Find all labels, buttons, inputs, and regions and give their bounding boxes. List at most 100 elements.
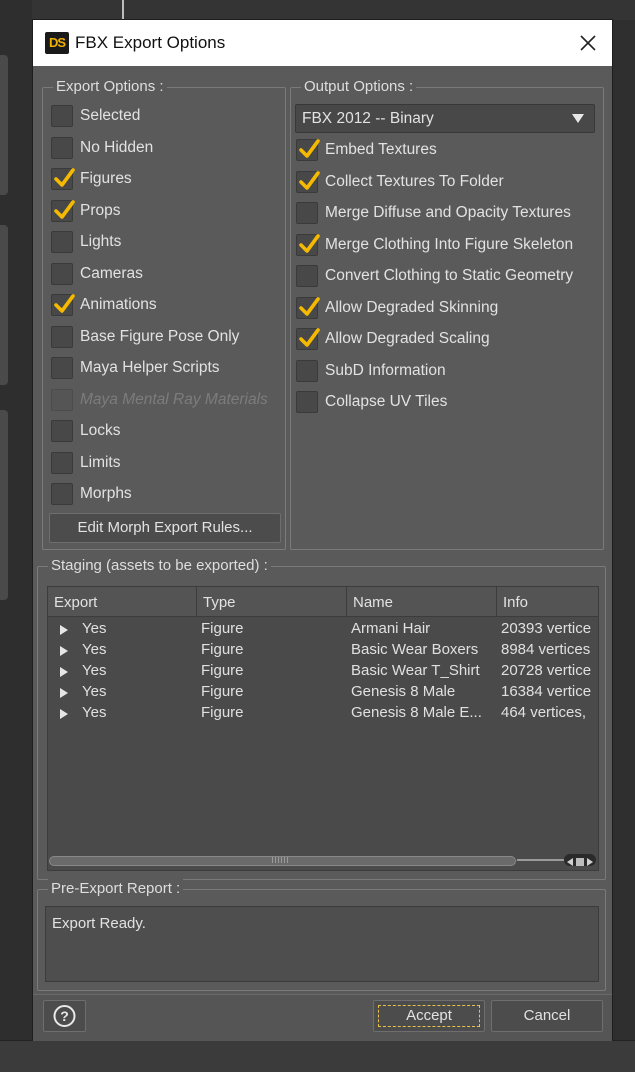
dialog-title: FBX Export Options — [75, 33, 226, 52]
column-header-type[interactable]: Type — [197, 587, 347, 617]
checkmark-icon — [54, 294, 75, 313]
checkbox-box[interactable] — [51, 294, 75, 316]
checkbox-cameras[interactable]: Cameras — [51, 261, 143, 287]
horizontal-scrollbar[interactable] — [47, 853, 599, 867]
checkbox-convert-clothing-to-static-geometry[interactable]: Convert Clothing to Static Geometry — [296, 263, 573, 289]
expand-arrow-icon[interactable] — [60, 667, 68, 677]
checkbox-allow-degraded-scaling[interactable]: Allow Degraded Scaling — [296, 326, 490, 352]
help-icon: ? — [53, 1005, 76, 1027]
app-top-area — [32, 0, 635, 20]
checkbox-morphs[interactable]: Morphs — [51, 481, 132, 507]
app-status-bar — [0, 1040, 635, 1072]
checkbox-box — [51, 388, 73, 411]
expand-arrow-icon[interactable] — [60, 625, 68, 635]
table-row[interactable]: Yes Figure Genesis 8 Male 16384 vertice — [48, 683, 598, 704]
panel-tab[interactable] — [0, 225, 8, 385]
checkbox-box[interactable] — [296, 202, 318, 224]
checkbox-box[interactable] — [296, 265, 318, 287]
checkbox-label: Morphs — [80, 485, 132, 502]
export-options-group: Export Options : Selected No Hidden Figure… — [42, 77, 286, 550]
checkbox-box[interactable] — [296, 328, 320, 350]
cell-type: Figure — [201, 620, 244, 637]
table-row[interactable]: Yes Figure Armani Hair 20393 vertice — [48, 620, 598, 641]
checkbox-allow-degraded-skinning[interactable]: Allow Degraded Skinning — [296, 295, 498, 321]
checkbox-animations[interactable]: Animations — [51, 292, 157, 318]
panel-tab[interactable] — [0, 55, 8, 195]
checkbox-box[interactable] — [296, 139, 320, 161]
cell-name: Genesis 8 Male — [351, 683, 456, 700]
checkbox-label: Figures — [80, 170, 132, 187]
checkbox-box[interactable] — [296, 170, 320, 193]
expand-arrow-icon[interactable] — [60, 709, 68, 719]
fbx-format-select[interactable]: FBX 2012 -- Binary — [295, 104, 595, 133]
app-right-panel — [612, 20, 635, 1071]
table-row[interactable]: Yes Figure Basic Wear T_Shirt 20728 vertice — [48, 662, 598, 683]
checkbox-box[interactable] — [51, 451, 73, 474]
help-button[interactable]: ? — [43, 1000, 86, 1032]
accept-button[interactable]: Accept — [373, 1000, 485, 1032]
checkbox-collapse-uv-tiles[interactable]: Collapse UV Tiles — [296, 389, 447, 415]
staging-title: Staging (assets to be exported) : — [48, 556, 271, 576]
checkbox-merge-diffuse-and-opacity-textures[interactable]: Merge Diffuse and Opacity Textures — [296, 200, 571, 226]
checkbox-label: Props — [80, 201, 121, 219]
checkbox-props[interactable]: Props — [51, 198, 121, 224]
edit-morph-export-rules-button[interactable]: Edit Morph Export Rules... — [49, 513, 281, 543]
scrollbar-grip-icon — [272, 857, 288, 863]
checkbox-locks[interactable]: Locks — [51, 418, 121, 444]
checkbox-box[interactable] — [51, 231, 73, 253]
expand-arrow-icon[interactable] — [60, 688, 68, 698]
checkbox-box[interactable] — [51, 357, 73, 379]
panel-tab[interactable] — [0, 410, 8, 600]
checkbox-lights[interactable]: Lights — [51, 229, 121, 255]
checkbox-figures[interactable]: Figures — [51, 166, 132, 192]
checkbox-box[interactable] — [296, 233, 320, 256]
checkbox-base-figure-pose-only[interactable]: Base Figure Pose Only — [51, 324, 239, 350]
cell-info: 20728 vertice — [501, 662, 592, 679]
checkbox-maya-mental-ray-materials: Maya Mental Ray Materials — [51, 387, 268, 413]
checkbox-merge-clothing-into-figure-skeleton[interactable]: Merge Clothing Into Figure Skeleton — [296, 232, 573, 258]
close-button[interactable] — [573, 28, 603, 58]
checkbox-label: No Hidden — [80, 138, 154, 156]
checkbox-box[interactable] — [51, 262, 73, 285]
checkbox-label: Base Figure Pose Only — [80, 327, 240, 345]
cancel-button[interactable]: Cancel — [491, 1000, 603, 1032]
accept-label: Accept — [406, 1007, 452, 1024]
checkbox-selected[interactable]: Selected — [51, 103, 140, 129]
checkbox-label: Collapse UV Tiles — [325, 393, 448, 410]
column-header-name[interactable]: Name — [347, 587, 497, 617]
table-row[interactable]: Yes Figure Basic Wear Boxers 8984 vertices — [48, 641, 598, 662]
fbx-format-value: FBX 2012 -- Binary — [302, 110, 434, 127]
checkbox-label: Cameras — [80, 264, 143, 282]
daz-studio-app-icon: DS — [45, 32, 69, 54]
checkmark-icon — [299, 233, 320, 253]
checkbox-box[interactable] — [296, 359, 318, 382]
export-options-title: Export Options : — [53, 77, 167, 97]
checkbox-collect-textures-to-folder[interactable]: Collect Textures To Folder — [296, 169, 504, 195]
checkbox-box[interactable] — [51, 105, 73, 127]
column-header-export[interactable]: Export — [48, 587, 197, 617]
checkbox-box[interactable] — [296, 391, 318, 413]
checkbox-maya-helper-scripts[interactable]: Maya Helper Scripts — [51, 355, 220, 381]
checkbox-box[interactable] — [51, 420, 73, 442]
table-row[interactable]: Yes Figure Genesis 8 Male E... 464 vertices… — [48, 704, 598, 725]
checkbox-box[interactable] — [51, 325, 73, 348]
checkbox-box[interactable] — [296, 296, 320, 319]
chevron-down-icon — [572, 114, 584, 123]
checkbox-embed-textures[interactable]: Embed Textures — [296, 137, 437, 163]
cell-export: Yes — [82, 662, 107, 679]
column-header-info[interactable]: Info — [497, 587, 598, 617]
cell-name: Basic Wear Boxers — [351, 641, 479, 658]
checkbox-label: Merge Diffuse and Opacity Textures — [325, 204, 571, 221]
checkbox-box[interactable] — [51, 199, 75, 222]
cell-type: Figure — [201, 683, 244, 700]
report-text-area[interactable]: Export Ready. — [45, 906, 599, 982]
checkbox-limits[interactable]: Limits — [51, 450, 120, 476]
checkbox-box[interactable] — [51, 483, 73, 505]
checkbox-subd-information[interactable]: SubD Information — [296, 358, 446, 384]
scroll-arrows-icon[interactable] — [564, 854, 596, 866]
checkbox-box[interactable] — [51, 168, 75, 190]
cell-name: Genesis 8 Male E... — [351, 704, 482, 721]
expand-arrow-icon[interactable] — [60, 646, 68, 656]
checkbox-no-hidden[interactable]: No Hidden — [51, 135, 153, 161]
checkbox-box[interactable] — [51, 136, 73, 159]
